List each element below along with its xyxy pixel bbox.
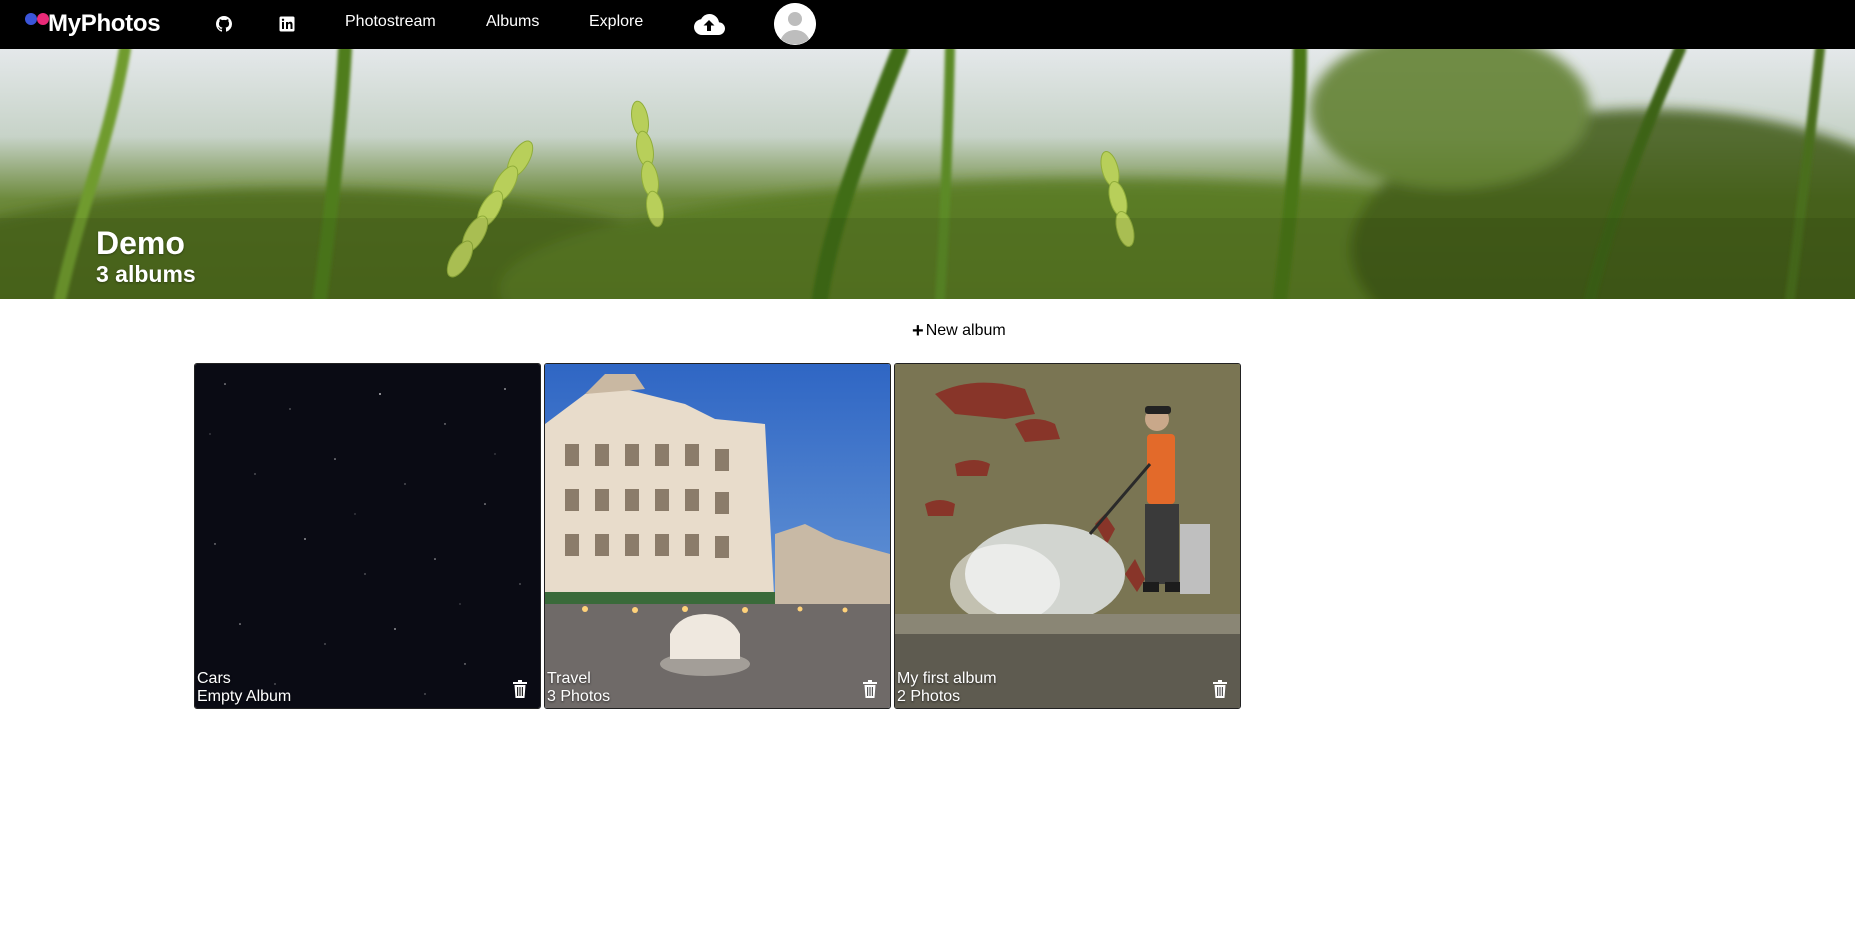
album-card-travel[interactable]: Travel 3 Photos <box>544 363 891 709</box>
brand-name: MyPhotos <box>48 10 161 37</box>
profile-banner: Demo 3 albums <box>0 49 1855 299</box>
new-album-label: New album <box>925 322 1006 339</box>
nav-photostream-link[interactable]: Photostream <box>345 13 436 31</box>
new-album-button[interactable]: + New album <box>912 321 1006 341</box>
album-title: Cars <box>197 670 231 687</box>
album-meta: My first album 2 Photos <box>897 670 997 706</box>
album-meta: Travel 3 Photos <box>547 670 610 706</box>
nav-explore-link[interactable]: Explore <box>589 13 643 31</box>
album-title: My first album <box>897 670 997 687</box>
plus-icon: + <box>912 320 924 342</box>
album-count: 3 albums <box>96 261 196 287</box>
album-thumbnail <box>895 364 1240 708</box>
profile-name: Demo <box>96 225 185 261</box>
banner-overlay <box>0 218 1855 299</box>
album-thumbnail <box>545 364 890 708</box>
user-avatar[interactable] <box>774 3 816 45</box>
brand-logo[interactable]: MyPhotos <box>24 8 161 40</box>
album-thumbnail <box>195 364 540 708</box>
trash-icon[interactable] <box>1212 680 1228 698</box>
trash-icon[interactable] <box>512 680 528 698</box>
logo-dots-icon <box>24 10 52 38</box>
album-photo-count: 2 Photos <box>897 688 961 705</box>
album-meta: Cars Empty Album <box>197 670 291 706</box>
github-icon[interactable] <box>212 12 236 36</box>
cloud-upload-icon[interactable] <box>693 9 725 39</box>
trash-icon[interactable] <box>862 680 878 698</box>
album-card-cars[interactable]: Cars Empty Album <box>194 363 541 709</box>
navbar: MyPhotos Photostream Albums Explore <box>0 0 1855 49</box>
album-photo-count: 3 Photos <box>547 688 611 705</box>
album-title: Travel <box>547 670 591 687</box>
nav-albums-link[interactable]: Albums <box>486 13 539 31</box>
album-card-my-first-album[interactable]: My first album 2 Photos <box>894 363 1241 709</box>
linkedin-icon[interactable] <box>275 12 299 36</box>
album-photo-count: Empty Album <box>197 688 292 705</box>
